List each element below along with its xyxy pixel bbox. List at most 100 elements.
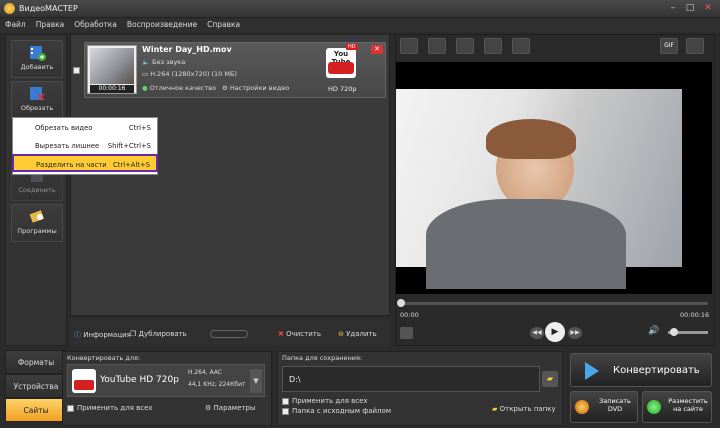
format-selector[interactable]: YouTube HD 720p H.264, AAC 44,1 KHz, 224…: [67, 364, 265, 397]
menu-item-cut-extra[interactable]: Вырезать лишнее Shift+Ctrl+S: [13, 137, 157, 155]
convert-button[interactable]: Конвертировать: [570, 353, 712, 387]
cut-button[interactable]: Обрезать: [11, 81, 63, 119]
crop-tool-icon[interactable]: [400, 38, 418, 54]
speed-tool-icon[interactable]: [512, 38, 530, 54]
tab-sites[interactable]: Сайты: [5, 398, 67, 422]
open-folder-button[interactable]: ▰ Открыть папку: [492, 405, 556, 413]
codec-text: H.264 (1280x720) (10 МБ): [150, 70, 237, 78]
video-tool-icon[interactable]: [484, 38, 502, 54]
programs-button[interactable]: Программы: [11, 204, 63, 242]
convert-apply-all-label: Применить для всех: [77, 404, 153, 412]
brightness-tool-icon[interactable]: [456, 38, 474, 54]
left-toolbar: Добавить Обрезать Соединить Программы: [5, 34, 67, 346]
volume-handle[interactable]: [670, 328, 678, 336]
menu-help[interactable]: Справка: [202, 18, 245, 32]
gear-icon: ⚙: [205, 404, 214, 412]
minimize-button[interactable]: –: [666, 3, 680, 14]
source-folder-checkbox[interactable]: [282, 408, 289, 415]
youtube-logo-icon: You Tube: [326, 48, 356, 78]
convert-apply-all-checkbox[interactable]: [67, 405, 74, 412]
view-toggle[interactable]: [210, 330, 248, 338]
settings-text: Настройки видео: [229, 84, 290, 92]
tab-devices[interactable]: Устройства: [5, 374, 67, 398]
format-dropdown-arrow-icon[interactable]: ▼: [250, 369, 262, 393]
publish-button[interactable]: Разместить на сайте: [642, 391, 712, 423]
close-button[interactable]: ✕: [701, 3, 715, 14]
film-cut-icon: [30, 87, 45, 101]
join-label: Соединить: [18, 186, 56, 194]
save-path-field[interactable]: D:\: [282, 366, 540, 392]
codec-info: ▭ H.264 (1280x720) (10 МБ): [142, 70, 237, 78]
volume-icon[interactable]: 🔊: [648, 326, 659, 336]
film-icon: ▭: [142, 70, 151, 78]
cut-context-menu: Обрезать видео Ctrl+S Вырезать лишнее Shif…: [12, 117, 158, 175]
clear-button[interactable]: ✖ Очистить: [278, 330, 321, 338]
save-path-value: D:\: [289, 375, 301, 384]
convert-for-label: Конвертировать для:: [67, 354, 141, 362]
folder-icon: ▰: [492, 405, 500, 413]
save-apply-all-checkbox[interactable]: [282, 398, 289, 405]
dvd-disc-icon: [575, 400, 589, 414]
save-folder-panel: Папка для сохранения: D:\ ▰ Применить дл…: [277, 351, 563, 426]
maximize-button[interactable]: □: [683, 3, 697, 14]
source-folder-label: Папка с исходным файлом: [292, 407, 392, 415]
cut-label: Обрезать: [20, 104, 54, 112]
next-frame-icon[interactable]: ▶▶: [568, 327, 582, 339]
convert-for-panel: Конвертировать для: YouTube HD 720p H.26…: [62, 351, 272, 426]
globe-icon: [647, 400, 661, 414]
menu-file[interactable]: Файл: [0, 18, 31, 32]
gif-button[interactable]: GIF: [660, 38, 678, 54]
app-logo-icon: [4, 3, 15, 14]
file-checkbox[interactable]: [73, 67, 80, 74]
window-title: ВидеоМАСТЕР: [19, 4, 78, 13]
file-name: Winter Day_HD.mov: [142, 45, 232, 54]
programs-label: Программы: [17, 227, 57, 235]
remove-file-icon[interactable]: ✕: [371, 45, 383, 54]
disc-box-icon: [29, 210, 45, 223]
menu-playback[interactable]: Воспроизведение: [122, 18, 202, 32]
burn-dvd-button[interactable]: Записать DVD: [570, 391, 638, 423]
duplicate-button[interactable]: ❐ Дублировать: [130, 330, 187, 338]
menu-edit[interactable]: Правка: [31, 18, 70, 32]
audio-info: 🔈 Без звука: [142, 58, 185, 66]
menu-item-split[interactable]: Разделить на части Ctrl+Alt+S: [12, 154, 158, 172]
browse-folder-icon[interactable]: ▰: [542, 371, 558, 387]
format-spec-audio: 44,1 KHz, 224Кбит: [188, 381, 246, 388]
menu-processing[interactable]: Обработка: [69, 18, 122, 32]
delete-button[interactable]: ⊖ Удалить: [338, 330, 377, 338]
add-button[interactable]: Добавить: [11, 40, 63, 78]
time-end: 00:00:16: [680, 311, 710, 319]
duplicate-icon: ❐: [130, 330, 139, 338]
tab-formats[interactable]: Форматы: [5, 350, 67, 374]
clear-icon: ✖: [278, 330, 287, 338]
delete-icon: ⊖: [338, 330, 347, 338]
film-add-icon: [30, 46, 46, 61]
seek-handle[interactable]: [397, 299, 405, 307]
convert-arrow-icon: [585, 362, 599, 380]
category-tabs: Форматы Устройства Сайты: [5, 348, 67, 426]
convert-label: Конвертировать: [613, 365, 700, 376]
snapshot-icon[interactable]: [400, 327, 413, 339]
video-thumbnail[interactable]: 00:00:16: [87, 45, 137, 94]
format-name: YouTube HD 720p: [100, 375, 179, 385]
play-icon[interactable]: ▶: [545, 322, 565, 342]
add-label: Добавить: [20, 63, 54, 71]
actions-panel: Конвертировать Записать DVD Разместить н…: [568, 351, 716, 426]
video-settings-link[interactable]: ⚙ Настройки видео: [222, 84, 289, 92]
thumbnail-duration: 00:00:16: [90, 85, 134, 93]
thumbnail-image: [90, 48, 134, 84]
seek-bar[interactable]: [400, 302, 708, 305]
parameters-button[interactable]: ⚙ Параметры: [205, 404, 255, 412]
menu-item-trim-video[interactable]: Обрезать видео Ctrl+S: [13, 119, 157, 137]
info-button[interactable]: ⓘ Информация: [74, 330, 131, 340]
settings-gear-icon: ⚙: [222, 84, 230, 92]
effects-tool-icon[interactable]: [428, 38, 446, 54]
prev-frame-icon[interactable]: ◀◀: [530, 327, 544, 339]
save-apply-all-label: Применить для всех: [292, 397, 368, 405]
youtube-format-icon: [72, 369, 96, 393]
video-frame: [396, 89, 682, 289]
file-tools-bar: ⓘ Информация ❐ Дублировать ✖ Очистить ⊖ …: [70, 318, 390, 346]
quality-info: ● Отличное качество: [142, 84, 216, 92]
quality-text[interactable]: Отличное качество: [150, 84, 216, 92]
fullscreen-icon[interactable]: [686, 38, 704, 54]
